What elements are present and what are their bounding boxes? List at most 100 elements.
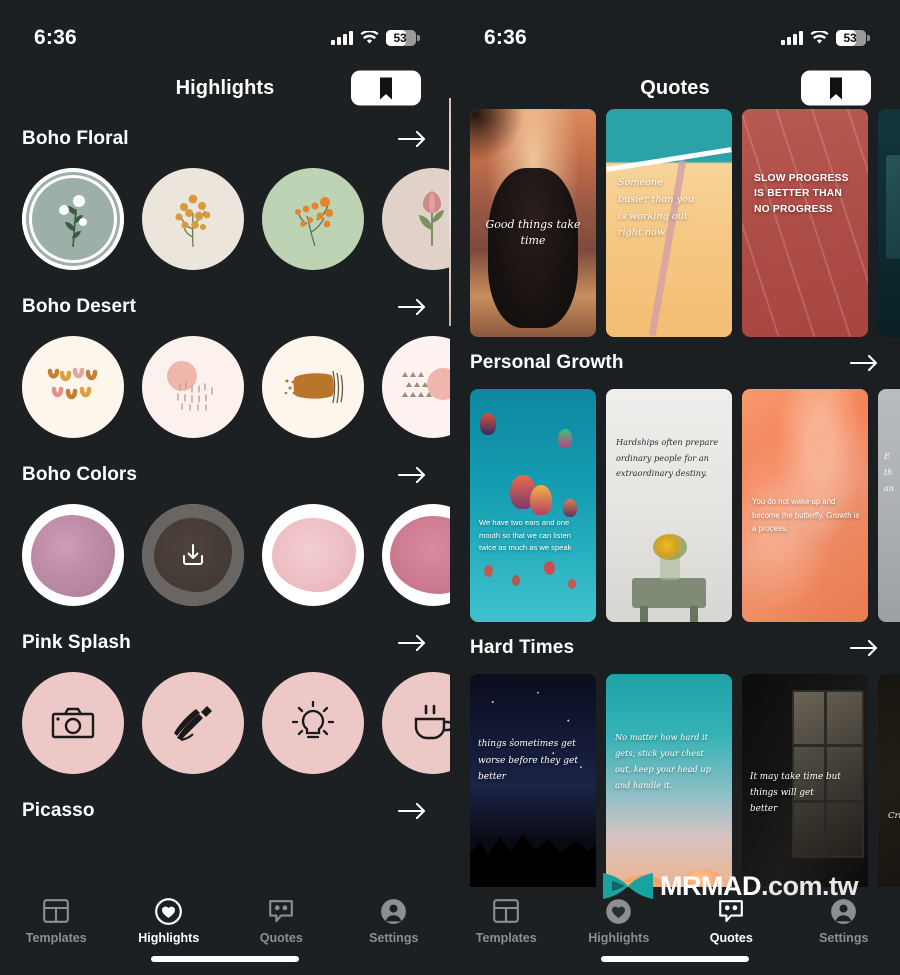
dots-art	[402, 368, 450, 400]
quote-text: No matter how hard it gets, stick your c…	[615, 732, 711, 790]
highlight-row-boho-floral[interactable]	[0, 160, 450, 286]
watercolor-art	[31, 515, 115, 597]
green-flower-highlight[interactable]	[262, 168, 364, 270]
lightbulb-highlight[interactable]	[262, 672, 364, 774]
quote-card-someone-busier[interactable]: Someone busier than you is working out r…	[606, 109, 732, 337]
makeup-brush-highlight[interactable]	[142, 672, 244, 774]
screenshot-stage: 6:36 53 Highlights Boho Floral Boho Dese…	[0, 0, 900, 975]
sage-flower-highlight[interactable]	[22, 168, 124, 270]
arrow-right-icon[interactable]	[850, 639, 880, 657]
highlight-row-pink-splash[interactable]	[0, 664, 450, 790]
rose-watercolor-highlight[interactable]	[382, 504, 450, 606]
makeup-brush-icon	[174, 706, 212, 742]
arrow-right-icon[interactable]	[398, 634, 428, 652]
brown-watercolor-highlight[interactable]	[142, 504, 244, 606]
brush-stroke-highlight[interactable]	[262, 336, 364, 438]
quote-card-two-ears[interactable]: We have two ears and one mouth so that w…	[470, 389, 596, 622]
quote-row-personal-growth[interactable]: We have two ears and one mouth so that w…	[450, 389, 900, 622]
quote-text: things sometimes get worse before they g…	[478, 739, 578, 783]
quote-text: We have two ears and one mouth so that w…	[479, 518, 572, 553]
quote-card-things-sometimes[interactable]: things sometimes get worse before they g…	[470, 674, 596, 907]
tab-bar[interactable]: Templates Highlights Quotes Settings	[0, 887, 450, 975]
wifi-icon	[360, 31, 379, 45]
camera-icon	[51, 707, 95, 739]
brush-art	[284, 370, 344, 404]
quote-card-partial[interactable]	[878, 109, 900, 337]
battery-icon: 53	[386, 30, 420, 46]
coffee-cup-icon	[414, 704, 450, 740]
arrow-right-icon[interactable]	[398, 466, 428, 484]
watermark-suffix: .com.tw	[760, 870, 859, 901]
arrow-right-icon[interactable]	[398, 802, 428, 820]
section-title: Boho Desert	[22, 296, 137, 317]
section-header-hard-times: Hard Times	[450, 622, 900, 674]
quote-card-partial[interactable]: Eth an	[878, 389, 900, 622]
arrow-right-icon[interactable]	[850, 354, 880, 372]
tab-label: Settings	[819, 931, 869, 945]
tab-settings[interactable]: Settings	[788, 897, 900, 945]
sun-rain-highlight[interactable]	[142, 336, 244, 438]
quote-card-good-things[interactable]: Good things take time	[470, 109, 596, 337]
quote-card-partial[interactable]: Cris	[878, 674, 900, 907]
status-indicators: 53	[781, 30, 870, 46]
highlight-row-boho-desert[interactable]	[0, 328, 450, 454]
beige-tulip-highlight[interactable]	[382, 168, 450, 270]
quote-card-slow-progress[interactable]: SLOW PROGRESS IS BETTER THAN NO PROGRESS	[742, 109, 868, 337]
arrow-right-icon[interactable]	[398, 130, 428, 148]
home-indicator	[601, 956, 749, 962]
tab-label: Templates	[475, 931, 537, 945]
tab-quotes[interactable]: Quotes	[675, 897, 788, 945]
quote-text: Someone busier than you is working out r…	[618, 177, 694, 239]
tab-templates[interactable]: Templates	[450, 897, 563, 945]
flower-orange-art	[295, 197, 333, 247]
account-circle-icon	[380, 897, 407, 925]
home-indicator	[151, 956, 299, 962]
status-time: 6:36	[484, 26, 527, 49]
right-phone-screen: 6:36 53 Quotes Good things take time Som…	[450, 0, 900, 975]
templates-grid-icon	[43, 897, 70, 925]
tab-templates[interactable]: Templates	[0, 897, 113, 945]
tab-label: Templates	[25, 931, 87, 945]
section-header-picasso: Picasso	[0, 790, 450, 832]
mauve-watercolor-highlight[interactable]	[22, 504, 124, 606]
heart-circle-icon	[155, 897, 183, 925]
arrow-right-icon[interactable]	[398, 298, 428, 316]
quote-text: SLOW PROGRESS IS BETTER THAN NO PROGRESS	[754, 173, 849, 215]
section-title: Picasso	[22, 800, 95, 821]
quote-card-hardships[interactable]: Hardships often prepare ordinary people …	[606, 389, 732, 622]
highlights-list[interactable]: Boho Floral Boho Desert Boho Colors Pink…	[0, 112, 450, 832]
bookmark-icon	[380, 77, 392, 99]
quote-text: You do not wake up and become the butter…	[752, 497, 860, 534]
tab-label: Highlights	[588, 931, 650, 945]
bookmark-button[interactable]	[801, 70, 871, 106]
coffee-cup-highlight[interactable]	[382, 672, 450, 774]
tab-settings[interactable]: Settings	[338, 897, 451, 945]
highlight-row-boho-colors[interactable]	[0, 496, 450, 622]
download-button[interactable]	[142, 504, 244, 606]
quote-card-butterfly[interactable]: You do not wake up and become the butter…	[742, 389, 868, 622]
tab-highlights[interactable]: Highlights	[113, 897, 226, 945]
squiggles-art	[47, 367, 98, 400]
camera-highlight[interactable]	[22, 672, 124, 774]
watermark: MRMAD.com.tw	[600, 869, 859, 903]
cellular-bars-icon	[331, 31, 353, 45]
section-header-pink-splash: Pink Splash	[0, 622, 450, 664]
page-title: Highlights	[175, 76, 275, 99]
quote-row-top[interactable]: Good things take time Someone busier tha…	[450, 109, 900, 337]
cream-flower-highlight[interactable]	[142, 168, 244, 270]
tab-label: Quotes	[709, 931, 753, 945]
butterfly-logo-icon	[603, 873, 653, 899]
section-title: Boho Colors	[22, 464, 138, 485]
bookmark-button[interactable]	[351, 70, 421, 106]
pink-watercolor-highlight[interactable]	[262, 504, 364, 606]
page-title: Quotes	[640, 76, 710, 99]
tab-quotes[interactable]: Quotes	[225, 897, 338, 945]
watercolor-art	[390, 516, 450, 594]
templates-grid-icon	[493, 897, 520, 925]
squiggle-highlight[interactable]	[22, 336, 124, 438]
battery-level: 53	[393, 31, 407, 45]
dots-circle-highlight[interactable]	[382, 336, 450, 438]
quote-bubble-icon	[268, 897, 294, 925]
lightbulb-icon	[292, 701, 334, 739]
tab-highlights[interactable]: Highlights	[563, 897, 676, 945]
